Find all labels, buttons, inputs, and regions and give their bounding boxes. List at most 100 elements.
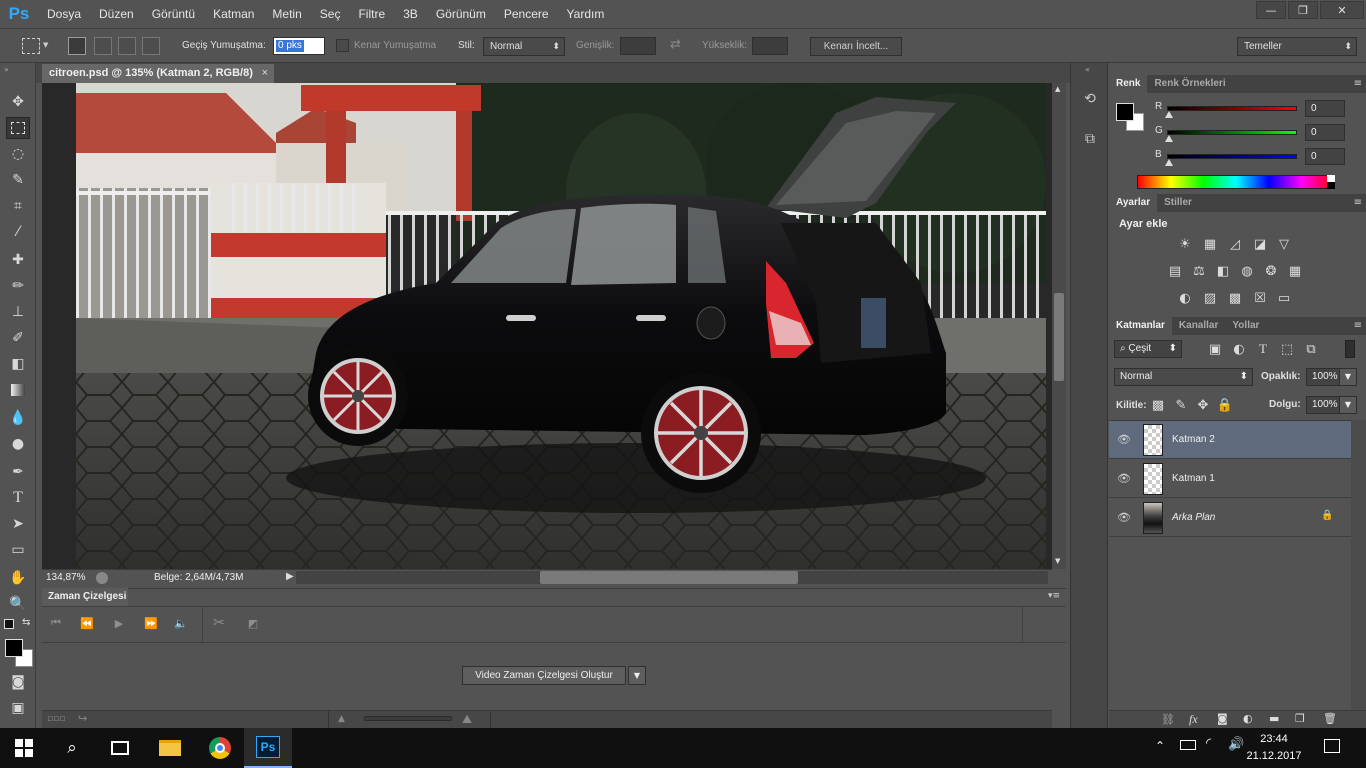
red-handle[interactable] [1165, 111, 1173, 118]
screen-mode-icon[interactable]: ▣ [6, 697, 30, 719]
minimize-icon[interactable]: — [1256, 1, 1286, 19]
layers-menu-icon[interactable]: ≡ [1354, 320, 1362, 331]
play-icon[interactable]: ▶ [110, 614, 128, 632]
photo-filter-icon[interactable]: ◍ [1238, 263, 1256, 279]
horizontal-scroll-thumb[interactable] [540, 571, 798, 584]
menu-select[interactable]: Seç [311, 7, 350, 21]
shape-icon[interactable]: ▭ [6, 539, 30, 561]
first-frame-icon[interactable]: ⏮ [47, 614, 65, 632]
swap-colors-icon[interactable]: ⇆ [22, 617, 30, 628]
document-canvas[interactable] [76, 83, 1046, 569]
wifi-icon[interactable]: ◜ [1206, 736, 1211, 751]
hand-icon[interactable]: ✋ [6, 567, 30, 589]
threshold-icon[interactable]: ▩ [1226, 290, 1244, 306]
color-lookup-icon[interactable]: ▦ [1286, 263, 1304, 279]
menu-3d[interactable]: 3B [394, 7, 427, 21]
lock-pixels-icon[interactable]: ✎ [1172, 397, 1190, 413]
volume-icon[interactable]: 🔊 [1228, 737, 1244, 752]
preset-dropdown-icon[interactable]: ▼ [43, 41, 48, 49]
document-tab[interactable]: citroen.psd @ 135% (Katman 2, RGB/8) × [42, 64, 274, 83]
menu-file[interactable]: Dosya [38, 7, 90, 21]
split-icon[interactable]: ✂ [210, 614, 228, 632]
hue-saturation-icon[interactable]: ▤ [1166, 263, 1184, 279]
menu-window[interactable]: Pencere [495, 7, 558, 21]
spectrum-ramp[interactable] [1137, 175, 1335, 189]
filter-shape-icon[interactable]: ⬚ [1278, 341, 1296, 357]
previous-frame-icon[interactable]: ⏪ [78, 614, 96, 632]
fill-dropdown[interactable]: ▼ [1339, 396, 1357, 414]
new-layer-icon[interactable]: ❐ [1295, 712, 1305, 725]
visibility-eye-icon[interactable]: 👁 [1117, 433, 1131, 446]
new-group-icon[interactable]: ▬ [1269, 712, 1279, 725]
dodge-icon[interactable]: ● [6, 433, 30, 455]
timeline-menu-icon[interactable]: ▾≡ [1048, 591, 1060, 601]
new-adjustment-icon[interactable]: ◐ [1243, 712, 1253, 725]
tab-paths[interactable]: Yollar [1225, 317, 1266, 335]
eyedropper-icon[interactable]: ⁄ [6, 221, 30, 243]
search-icon[interactable]: ⌕ [48, 728, 96, 768]
tab-styles[interactable]: Stiller [1157, 194, 1199, 212]
blur-icon[interactable]: 💧 [6, 407, 30, 429]
tab-color[interactable]: Renk [1109, 75, 1148, 93]
opacity-dropdown[interactable]: ▼ [1339, 368, 1357, 386]
fill-input[interactable]: 100% [1306, 396, 1340, 414]
intersect-selection-icon[interactable] [142, 37, 160, 55]
tab-layers[interactable]: Katmanlar [1109, 317, 1172, 335]
zoom-icon[interactable]: 🔍 [6, 593, 30, 615]
foreground-color-swatch[interactable] [5, 639, 23, 657]
antialias-checkbox[interactable] [336, 39, 349, 52]
timeline-tab[interactable]: Zaman Çizelgesi [42, 588, 128, 606]
black-white-icon[interactable]: ◧ [1214, 263, 1232, 279]
clock-date[interactable]: 21.12.2017 [1244, 750, 1304, 762]
invert-icon[interactable]: ◐ [1176, 290, 1194, 306]
refine-edge-button[interactable]: Kenarı İncelt... [810, 37, 902, 56]
default-colors-icon[interactable] [4, 619, 14, 629]
show-hidden-icons[interactable]: ⌃ [1155, 739, 1165, 753]
convert-icon[interactable]: ↪ [78, 712, 87, 725]
transition-icon[interactable]: ◩ [244, 614, 262, 632]
task-view-icon[interactable] [96, 728, 144, 768]
path-select-icon[interactable]: ➤ [6, 513, 30, 535]
clock-time[interactable]: 23:44 [1244, 733, 1304, 745]
foreground-swatch[interactable] [1116, 103, 1134, 121]
layer-row-katman-2[interactable]: 👁 Katman 2 [1109, 421, 1351, 459]
color-panel-menu-icon[interactable]: ≡ [1354, 78, 1362, 89]
red-value[interactable]: 0 [1305, 100, 1345, 117]
blue-handle[interactable] [1165, 159, 1173, 166]
battery-icon[interactable] [1180, 740, 1196, 750]
menu-layer[interactable]: Katman [204, 7, 263, 21]
create-video-timeline-button[interactable]: Video Zaman Çizelgesi Oluştur [462, 666, 626, 685]
timeline-mode-dropdown[interactable]: ▼ [628, 666, 646, 685]
selective-color-icon[interactable]: ☒ [1251, 290, 1269, 306]
lock-transparency-icon[interactable]: ▩ [1149, 397, 1167, 413]
add-mask-icon[interactable]: ◙ [1217, 712, 1228, 725]
layer-row-arka-plan[interactable]: 👁 Arka Plan 🔒 [1109, 499, 1351, 537]
dock-collapse-icon[interactable]: « [1085, 65, 1090, 74]
close-icon[interactable]: ✕ [1320, 1, 1364, 19]
status-info-icon[interactable] [96, 572, 108, 584]
quick-select-icon[interactable]: ✎ [6, 169, 30, 191]
type-icon[interactable]: T [6, 487, 30, 509]
vibrance-icon[interactable]: ▽ [1275, 236, 1293, 252]
document-close-icon[interactable]: × [262, 64, 268, 83]
menu-filter[interactable]: Filtre [349, 7, 394, 21]
scroll-up-icon[interactable]: ▲ [1055, 85, 1060, 93]
opacity-input[interactable]: 100% [1306, 368, 1340, 386]
spectrum-black-white[interactable] [1327, 175, 1335, 189]
audio-icon[interactable]: 🔈 [172, 614, 190, 632]
menu-view[interactable]: Görünüm [427, 7, 495, 21]
menu-edit[interactable]: Düzen [90, 7, 143, 21]
blend-mode-select[interactable]: Normal ⬍ [1114, 368, 1253, 386]
lasso-icon[interactable]: ◌ [6, 143, 30, 165]
stamp-icon[interactable]: ⊥ [6, 301, 30, 323]
zoom-level[interactable]: 134,87% [46, 572, 85, 583]
layer-fx-icon[interactable]: fx [1189, 712, 1198, 727]
filter-type-icon[interactable]: T [1254, 341, 1272, 357]
exposure-icon[interactable]: ◪ [1251, 236, 1269, 252]
menu-image[interactable]: Görüntü [143, 7, 204, 21]
menu-help[interactable]: Yardım [558, 7, 614, 21]
tab-channels[interactable]: Kanallar [1172, 317, 1225, 335]
scroll-down-icon[interactable]: ▼ [1055, 557, 1060, 565]
subtract-selection-icon[interactable] [118, 37, 136, 55]
brush-icon[interactable]: ✏ [6, 275, 30, 297]
